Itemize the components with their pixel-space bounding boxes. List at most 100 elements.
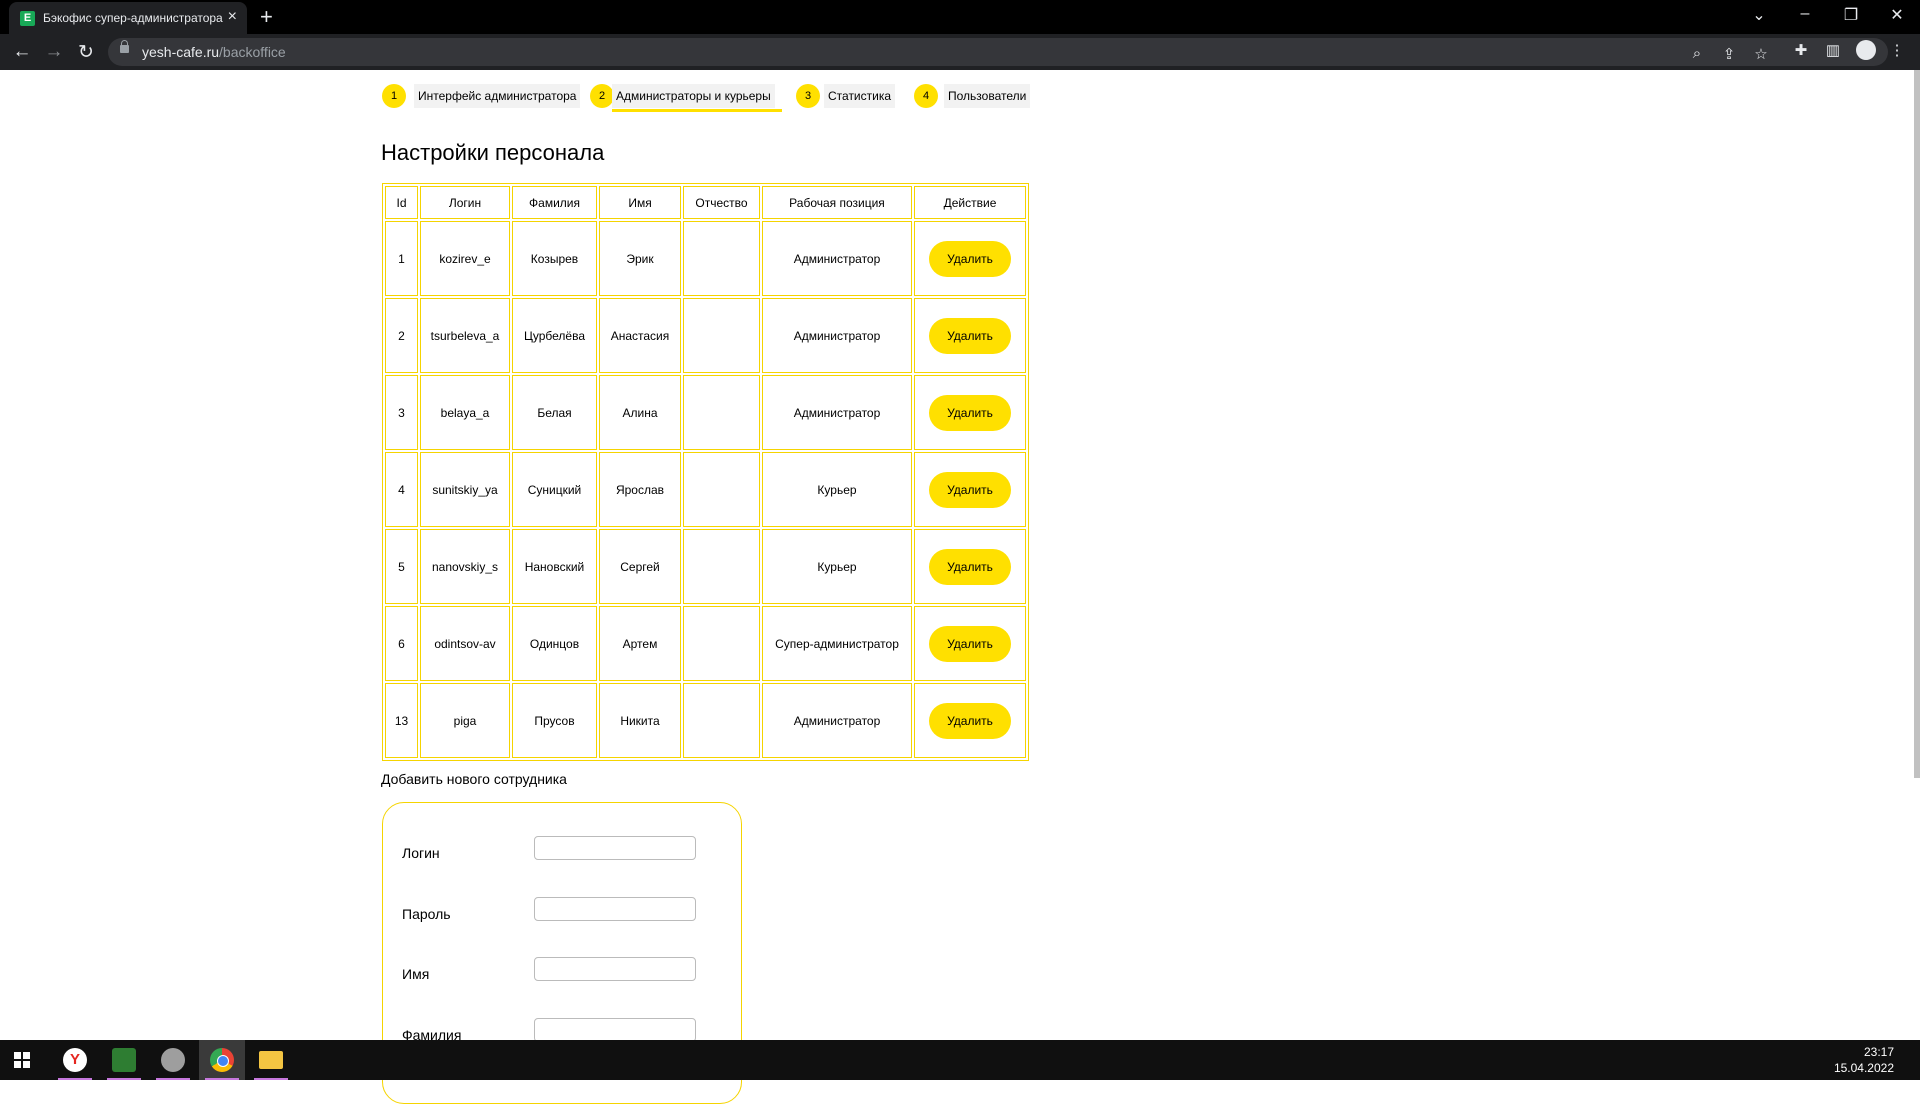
table-header-row: Id Логин Фамилия Имя Отчество Рабочая по… [385,186,1026,219]
delete-button[interactable]: Удалить [929,317,1011,354]
profile-avatar-icon[interactable] [1856,40,1876,60]
back-icon[interactable]: ← [10,41,34,63]
step-label: Интерфейс администратора [414,84,581,108]
tab-title: Бэкофис супер-администратора [43,11,223,25]
forward-icon[interactable]: → [42,41,66,63]
cell-name: Анастасия [599,298,681,373]
cell-patronymic [683,606,760,681]
cell-action: Удалить [914,375,1026,450]
column-header-action: Действие [914,186,1026,219]
cell-id: 4 [385,452,418,527]
cell-surname: Козырев [512,221,597,296]
login-input[interactable] [534,836,696,860]
table-row: 6 odintsov-av Одинцов Артем Супер-админи… [385,606,1026,681]
table-row: 13 piga Прусов Никита Администратор Удал… [385,683,1026,758]
chrome-icon[interactable] [199,1040,245,1080]
cell-id: 13 [385,683,418,758]
url-text: yesh-cafe.ru/backoffice [142,44,286,60]
browser-tab[interactable]: E Бэкофис супер-администратора × [9,2,247,34]
cell-patronymic [683,298,760,373]
reload-icon[interactable]: ↻ [74,41,98,64]
cell-login: sunitskiy_ya [420,452,510,527]
delete-button[interactable]: Удалить [929,702,1011,739]
surname-input[interactable] [534,1018,696,1042]
lock-icon [120,40,129,53]
table-row: 5 nanovskiy_s Нановский Сергей Курьер Уд… [385,529,1026,604]
cell-patronymic [683,221,760,296]
name-label: Имя [402,966,430,982]
table-row: 4 sunitskiy_ya Суницкий Ярослав Курьер У… [385,452,1026,527]
step-label: Администраторы и курьеры [612,84,775,108]
address-bar[interactable]: yesh-cafe.ru/backoffice ⌕ ⇪ ☆ [108,38,1888,66]
step-number: 2 [590,84,614,108]
cell-surname: Суницкий [512,452,597,527]
cell-name: Ярослав [599,452,681,527]
cell-login: tsurbeleva_a [420,298,510,373]
cell-login: kozirev_e [420,221,510,296]
login-label: Логин [402,845,440,861]
url-path: /backoffice [219,44,286,60]
cell-action: Удалить [914,452,1026,527]
share-icon[interactable]: ⇪ [1718,45,1740,63]
cell-action: Удалить [914,529,1026,604]
delete-button[interactable]: Удалить [929,625,1011,662]
column-header-position: Рабочая позиция [762,186,912,219]
cell-surname: Цурбелёва [512,298,597,373]
delete-button[interactable]: Удалить [929,394,1011,431]
cell-login: piga [420,683,510,758]
cell-login: belaya_a [420,375,510,450]
page-scrollbar[interactable] [1914,70,1920,778]
file-explorer-icon[interactable] [248,1040,294,1080]
cell-position: Администратор [762,375,912,450]
browser-toolbar: ← → ↻ yesh-cafe.ru/backoffice ⌕ ⇪ ☆ ✚ ▥ … [0,34,1920,70]
cell-action: Удалить [914,606,1026,681]
new-tab-icon[interactable]: + [260,4,273,30]
delete-button[interactable]: Удалить [929,240,1011,277]
column-header-login: Логин [420,186,510,219]
column-header-id: Id [385,186,418,219]
minimize-icon[interactable]: – [1790,5,1820,23]
taskbar-clock[interactable]: 23:17 15.04.2022 [1834,1044,1894,1076]
url-domain: yesh-cafe.ru [142,44,220,60]
column-header-surname: Фамилия [512,186,597,219]
delete-button[interactable]: Удалить [929,548,1011,585]
active-step-underline [612,109,782,112]
yandex-browser-icon[interactable]: Y [52,1040,98,1080]
app-gray-icon[interactable] [150,1040,196,1080]
tab-search-icon[interactable]: ⌄ [1744,5,1774,25]
cell-id: 6 [385,606,418,681]
side-panel-icon[interactable]: ▥ [1822,41,1844,59]
windows-start-icon[interactable] [14,1052,30,1068]
cell-surname: Белая [512,375,597,450]
cell-surname: Нановский [512,529,597,604]
clock-date: 15.04.2022 [1833,1061,1894,1075]
close-tab-icon[interactable]: × [228,8,237,26]
add-employee-title: Добавить нового сотрудника [381,771,567,787]
browser-tab-strip: E Бэкофис супер-администратора × + ⌄ – ❐… [0,0,1920,34]
cell-login: nanovskiy_s [420,529,510,604]
table-row: 2 tsurbeleva_a Цурбелёва Анастасия Админ… [385,298,1026,373]
close-window-icon[interactable]: ✕ [1882,5,1912,25]
column-header-name: Имя [599,186,681,219]
cell-patronymic [683,529,760,604]
delete-button[interactable]: Удалить [929,471,1011,508]
cell-patronymic [683,375,760,450]
password-input[interactable] [534,897,696,921]
extensions-icon[interactable]: ✚ [1790,41,1812,59]
step-number: 1 [382,84,406,108]
zoom-icon[interactable]: ⌕ [1686,45,1708,62]
cell-position: Администратор [762,683,912,758]
cell-patronymic [683,683,760,758]
name-input[interactable] [534,957,696,981]
cell-name: Артем [599,606,681,681]
restore-icon[interactable]: ❐ [1836,5,1866,25]
step-label: Пользователи [944,84,1031,108]
page-title: Настройки персонала [381,140,605,165]
bookmark-star-icon[interactable]: ☆ [1750,45,1772,63]
cell-surname: Прусов [512,683,597,758]
app-shield-icon[interactable] [101,1040,147,1080]
step-number: 3 [796,84,820,108]
cell-id: 1 [385,221,418,296]
browser-menu-icon[interactable]: ⋮ [1886,41,1908,59]
cell-surname: Одинцов [512,606,597,681]
